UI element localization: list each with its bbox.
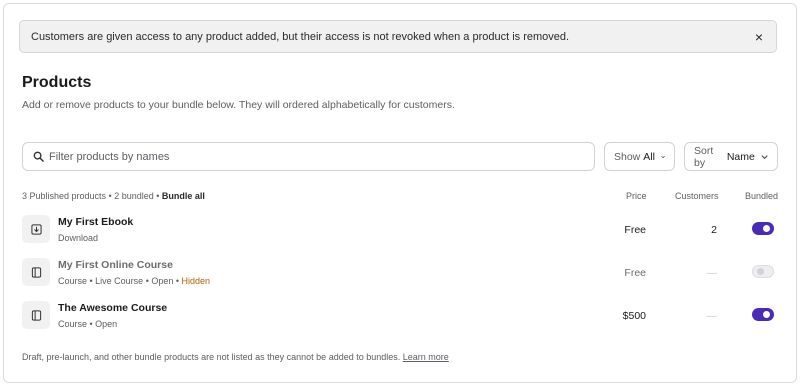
product-row: My First Ebook Download Free 2 xyxy=(22,215,778,245)
product-price: $500 xyxy=(622,310,646,322)
section-title: Products xyxy=(22,74,92,91)
product-thumbnail xyxy=(22,258,50,286)
toggle-knob xyxy=(757,268,764,275)
search-box[interactable] xyxy=(22,142,595,171)
close-icon[interactable]: × xyxy=(752,30,766,44)
column-header-price: Price xyxy=(626,191,647,201)
section-subtitle: Add or remove products to your bundle be… xyxy=(22,99,455,111)
product-type: Course • Open xyxy=(58,319,117,329)
bundled-toggle[interactable] xyxy=(752,222,774,235)
download-icon xyxy=(30,223,42,235)
product-customers: 2 xyxy=(711,224,717,236)
sort-dropdown[interactable]: Sort by Name xyxy=(684,142,778,171)
product-thumbnail xyxy=(22,215,50,243)
product-type-text: Course • Open xyxy=(58,319,118,329)
sort-label: Sort by xyxy=(694,144,714,169)
hidden-tag: Hidden xyxy=(181,276,211,286)
product-type: Course • Live Course • Open • Hidden xyxy=(58,276,210,286)
learn-more-link[interactable]: Learn more xyxy=(403,352,449,362)
toggle-knob xyxy=(763,311,770,318)
products-summary: 3 Published products • 2 bundled • Bundl… xyxy=(22,191,205,201)
chevron-down-icon xyxy=(661,155,665,158)
footer-text: Draft, pre-launch, and other bundle prod… xyxy=(22,352,401,362)
show-filter-value: All xyxy=(643,150,655,163)
product-customers: — xyxy=(706,310,718,322)
course-icon xyxy=(31,266,41,278)
product-price: Free xyxy=(624,267,646,279)
product-price: Free xyxy=(624,224,646,236)
info-banner: Customers are given access to any produc… xyxy=(19,20,777,53)
product-name: My First Online Course xyxy=(58,259,173,271)
chevron-down-icon xyxy=(761,154,768,159)
show-filter-label: Show xyxy=(614,150,641,163)
product-row: The Awesome Course Course • Open $500 — xyxy=(22,301,778,331)
bundled-toggle[interactable] xyxy=(752,265,774,278)
sort-value: Name xyxy=(726,150,755,163)
bundle-all-link[interactable]: Bundle all xyxy=(162,191,205,201)
summary-text: 3 Published products • 2 bundled • xyxy=(22,191,160,201)
product-type-text: Download xyxy=(58,233,99,243)
banner-text: Customers are given access to any produc… xyxy=(31,30,570,43)
search-icon xyxy=(33,151,44,162)
course-icon xyxy=(31,309,41,321)
column-header-bundled: Bundled xyxy=(745,191,779,201)
product-row: My First Online Course Course • Live Cou… xyxy=(22,258,778,288)
footer-note: Draft, pre-launch, and other bundle prod… xyxy=(22,352,449,362)
product-type-text: Course • Live Course • Open • xyxy=(58,276,180,286)
show-filter-dropdown[interactable]: Show All xyxy=(604,142,675,171)
column-header-customers: Customers xyxy=(675,191,719,201)
bundled-toggle[interactable] xyxy=(752,308,774,321)
product-thumbnail xyxy=(22,301,50,329)
toggle-knob xyxy=(763,225,770,232)
product-type: Download xyxy=(58,233,98,243)
search-input[interactable] xyxy=(49,150,569,163)
product-name: My First Ebook xyxy=(58,216,134,228)
product-customers: — xyxy=(706,267,718,279)
product-name: The Awesome Course xyxy=(58,302,168,314)
